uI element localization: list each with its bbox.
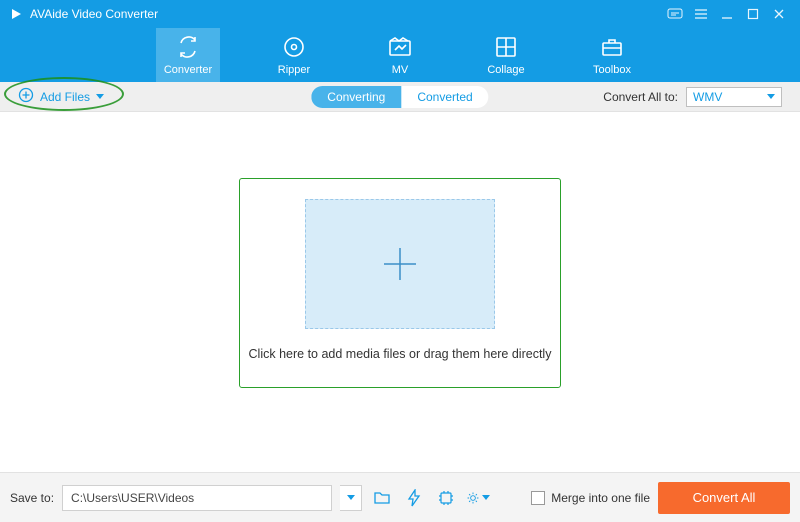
maximize-icon[interactable]: [740, 4, 766, 24]
app-title: AVAide Video Converter: [30, 7, 158, 21]
close-icon[interactable]: [766, 4, 792, 24]
feedback-icon[interactable]: [662, 4, 688, 24]
bottom-bar: Save to: C:\Users\USER\Videos Merge into…: [0, 472, 800, 522]
checkbox-icon: [531, 491, 545, 505]
accelerate-button[interactable]: [402, 486, 426, 510]
collage-icon: [495, 34, 517, 60]
plus-circle-icon: [18, 87, 34, 106]
segment-converting[interactable]: Converting: [311, 86, 401, 108]
output-format-value: WMV: [693, 90, 722, 104]
plus-icon: [378, 242, 422, 286]
settings-button[interactable]: [466, 486, 490, 510]
convert-all-label: Convert All: [693, 490, 756, 505]
convert-all-button[interactable]: Convert All: [658, 482, 790, 514]
app-logo-icon: [8, 6, 24, 22]
drop-zone-inner: [305, 199, 495, 329]
tab-label: MV: [392, 64, 409, 76]
toolbox-icon: [600, 34, 624, 60]
tab-ripper[interactable]: Ripper: [262, 28, 326, 82]
tab-converter[interactable]: Converter: [156, 28, 220, 82]
tab-label: Converter: [164, 64, 212, 76]
status-segment: Converting Converted: [311, 86, 488, 108]
tab-label: Collage: [487, 64, 524, 76]
title-bar: AVAide Video Converter: [0, 0, 800, 28]
mv-icon: [388, 34, 412, 60]
chevron-down-icon: [96, 94, 104, 99]
converter-icon: [175, 34, 201, 60]
save-path-value: C:\Users\USER\Videos: [71, 491, 194, 505]
convert-all-to: Convert All to: WMV: [603, 87, 782, 107]
add-files-label: Add Files: [40, 90, 90, 104]
menu-icon[interactable]: [688, 4, 714, 24]
gpu-accel-button[interactable]: [434, 486, 458, 510]
save-to-label: Save to:: [10, 491, 54, 505]
chevron-down-icon: [347, 495, 355, 500]
chevron-down-icon: [482, 495, 490, 500]
main-toolbar: Converter Ripper MV Collage: [0, 28, 800, 82]
add-files-button[interactable]: Add Files: [18, 87, 104, 106]
tab-label: Ripper: [278, 64, 310, 76]
tab-mv[interactable]: MV: [368, 28, 432, 82]
tab-collage[interactable]: Collage: [474, 28, 538, 82]
tab-label: Toolbox: [593, 64, 631, 76]
drop-zone[interactable]: Click here to add media files or drag th…: [239, 178, 561, 388]
tab-toolbox[interactable]: Toolbox: [580, 28, 644, 82]
ripper-icon: [282, 34, 306, 60]
chevron-down-icon: [767, 94, 775, 99]
main-area: Click here to add media files or drag th…: [0, 112, 800, 472]
merge-checkbox[interactable]: Merge into one file: [531, 491, 650, 505]
segment-converted[interactable]: Converted: [401, 86, 488, 108]
minimize-icon[interactable]: [714, 4, 740, 24]
save-path-dropdown[interactable]: [340, 485, 362, 511]
save-path-field[interactable]: C:\Users\USER\Videos: [62, 485, 332, 511]
convert-all-to-label: Convert All to:: [603, 90, 678, 104]
sub-bar: Add Files Converting Converted Convert A…: [0, 82, 800, 112]
output-format-select[interactable]: WMV: [686, 87, 782, 107]
open-folder-button[interactable]: [370, 486, 394, 510]
merge-label: Merge into one file: [551, 491, 650, 505]
drop-zone-hint: Click here to add media files or drag th…: [249, 347, 552, 361]
